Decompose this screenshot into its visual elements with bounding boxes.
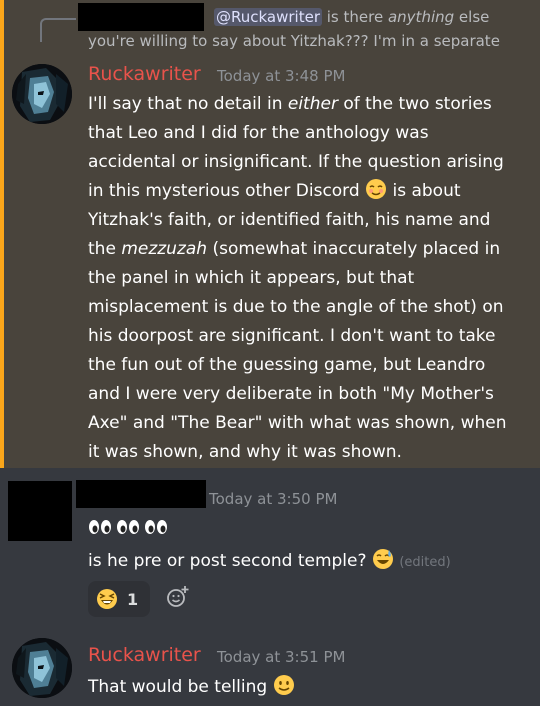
reply-text-italic: anything xyxy=(387,8,455,26)
timestamp: Today at 3:51 PM xyxy=(217,648,346,666)
avatar-image xyxy=(12,64,72,124)
add-reaction-icon[interactable] xyxy=(166,585,190,609)
message-text-italic: either xyxy=(287,94,338,114)
reply-text-1: is there xyxy=(322,8,388,26)
reaction-count: 1 xyxy=(127,589,139,609)
relieved-face-emoji-icon xyxy=(365,178,387,200)
message-content: is he pre or post second temple? (edited… xyxy=(88,547,451,577)
message-text: I'll say that no detail in xyxy=(88,94,288,114)
message-content: That would be telling xyxy=(88,673,295,702)
sweat-smile-emoji-icon xyxy=(372,548,394,570)
avatar[interactable] xyxy=(12,638,72,698)
redacted-avatar xyxy=(8,481,72,541)
message-text: That would be telling xyxy=(88,677,268,697)
eyes-emoji-row xyxy=(88,516,172,540)
username[interactable]: Ruckawriter xyxy=(88,644,201,666)
timestamp: Today at 3:48 PM xyxy=(217,67,346,85)
message-text-italic: mezzuzah xyxy=(121,239,208,259)
redacted-username xyxy=(76,480,206,508)
laughing-emoji-icon xyxy=(97,589,117,609)
reply-text-2: else xyxy=(454,8,490,26)
edited-label: (edited) xyxy=(399,555,451,570)
reply-preview[interactable]: @Ruckawriter is there anything else you'… xyxy=(88,5,528,53)
avatar[interactable] xyxy=(12,64,72,124)
reply-text-line2: you're willing to say about Yitzhak??? I… xyxy=(88,32,500,50)
reaction-laughing[interactable]: 1 xyxy=(88,581,150,617)
username[interactable]: Ruckawriter xyxy=(88,63,201,85)
timestamp: Today at 3:50 PM xyxy=(209,490,338,508)
eyes-emoji-icon xyxy=(89,520,167,534)
avatar-image xyxy=(12,638,72,698)
slight-smile-emoji-icon xyxy=(273,674,295,696)
reply-connector xyxy=(40,18,76,42)
message-text: (somewhat inaccurately placed in the pan… xyxy=(88,239,507,462)
mention[interactable]: @Ruckawriter xyxy=(214,8,322,26)
message-text: is he pre or post second temple? xyxy=(88,551,367,571)
message-content: I'll say that no detail in either of the… xyxy=(88,90,520,467)
